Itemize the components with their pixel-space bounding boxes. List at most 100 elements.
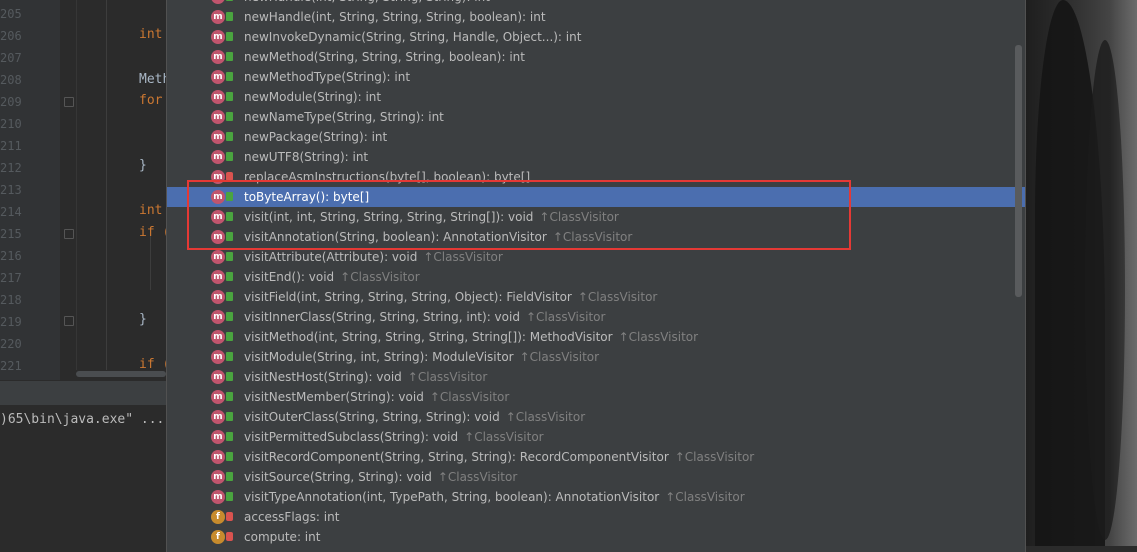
completion-item[interactable]: m visitRecordComponent(String, String, St…	[167, 447, 1025, 467]
completion-item[interactable]: m newUTF8(String): int	[167, 147, 1025, 167]
completion-item[interactable]: f compute: int	[167, 527, 1025, 547]
public-icon	[226, 432, 233, 441]
completion-item-label: newNameType(String, String): int	[244, 107, 444, 127]
public-icon	[226, 152, 233, 161]
public-icon	[226, 192, 233, 201]
completion-signature: toByteArray(): byte[]	[244, 190, 370, 204]
line-number: 212	[0, 161, 22, 175]
public-icon	[226, 472, 233, 481]
completion-item[interactable]: m visitNestHost(String): void ↑ClassVisito…	[167, 367, 1025, 387]
fold-marker[interactable]	[64, 316, 74, 326]
code-fragment-219: }	[139, 312, 147, 327]
method-icon: m	[211, 450, 225, 464]
completion-item[interactable]: m visit(int, int, String, String, String,…	[167, 207, 1025, 227]
completion-item[interactable]: m visitPermittedSubclass(String): void ↑Cl…	[167, 427, 1025, 447]
completion-item[interactable]: m visitTypeAnnotation(int, TypePath, Stri…	[167, 487, 1025, 507]
completion-signature: visitTypeAnnotation(int, TypePath, Strin…	[244, 490, 660, 504]
completion-item[interactable]: m newMethodType(String): int	[167, 67, 1025, 87]
private-lock-icon	[226, 172, 233, 181]
completion-item[interactable]: m newInvokeDynamic(String, String, Handle…	[167, 27, 1025, 47]
completion-signature: newHandle(int, String, String, String, b…	[244, 10, 546, 24]
method-icon: m	[211, 30, 225, 44]
method-icon: m	[211, 50, 225, 64]
completion-signature: visitModule(String, int, String): Module…	[244, 350, 514, 364]
line-number: 218	[0, 293, 22, 307]
completion-item-label: compute: int	[244, 527, 320, 547]
gutter-divider	[76, 0, 77, 370]
completion-item-label: visitModule(String, int, String): Module…	[244, 347, 599, 367]
completion-item[interactable]: m visitNestMember(String): void ↑ClassVisi…	[167, 387, 1025, 407]
line-number: 210	[0, 117, 22, 131]
private-lock-icon	[226, 532, 233, 541]
completion-signature: visitMethod(int, String, String, String,…	[244, 330, 613, 344]
completion-signature: newMethodType(String): int	[244, 70, 411, 84]
completion-owner-class: ↑ClassVisitor	[429, 390, 510, 404]
completion-owner-class: ↑ClassVisitor	[665, 490, 745, 504]
method-icon: m	[211, 190, 225, 204]
code-completion-popup[interactable]: m newHandle(int, String, String, String):…	[166, 0, 1026, 552]
line-number: 206	[0, 29, 22, 43]
public-icon	[226, 92, 233, 101]
completion-item-label: visitPermittedSubclass(String): void ↑Cla…	[244, 427, 544, 447]
method-icon: m	[211, 410, 225, 424]
fold-marker[interactable]	[64, 97, 74, 107]
completion-item-selected[interactable]: m toByteArray(): byte[]	[167, 187, 1025, 207]
completion-owner-class: ↑ClassVisitor	[407, 370, 488, 384]
completion-item-label: newHandle(int, String, String, String, b…	[244, 7, 546, 27]
completion-item[interactable]: m replaceAsmInstructions(byte[], boolean)…	[167, 167, 1025, 187]
private-lock-icon	[226, 512, 233, 521]
line-number: 217	[0, 271, 22, 285]
completion-signature: newInvokeDynamic(String, String, Handle,…	[244, 30, 582, 44]
public-icon	[226, 392, 233, 401]
completion-item[interactable]: m newModule(String): int	[167, 87, 1025, 107]
completion-signature: visitField(int, String, String, String, …	[244, 290, 572, 304]
completion-owner-class: ↑ClassVisitor	[539, 210, 619, 224]
completion-signature: visitOuterClass(String, String, String):…	[244, 410, 500, 424]
completion-item-label: newMethodType(String): int	[244, 67, 410, 87]
completion-item[interactable]: f accessFlags: int	[167, 507, 1025, 527]
completion-scrollbar[interactable]	[1015, 45, 1022, 297]
editor-horizontal-scrollbar[interactable]	[76, 371, 166, 377]
completion-item[interactable]: m visitInnerClass(String, String, String,…	[167, 307, 1025, 327]
completion-item[interactable]: m newPackage(String): int	[167, 127, 1025, 147]
public-icon	[226, 352, 233, 361]
fold-marker[interactable]	[64, 229, 74, 239]
method-icon: m	[211, 470, 225, 484]
line-number: 219	[0, 315, 22, 329]
completion-signature: newHandle(int, String, String, String): …	[244, 0, 490, 4]
completion-signature: newNameType(String, String): int	[244, 110, 444, 124]
public-icon	[226, 372, 233, 381]
completion-item[interactable]: m visitAttribute(Attribute): void ↑ClassVi…	[167, 247, 1025, 267]
completion-owner-class: ↑ClassVisitor	[618, 330, 699, 344]
completion-item-label: visitNestMember(String): void ↑ClassVisit…	[244, 387, 509, 407]
public-icon	[226, 212, 233, 221]
line-number: 216	[0, 249, 22, 263]
completion-item[interactable]: m visitMethod(int, String, String, String…	[167, 327, 1025, 347]
completion-owner-class: ↑ClassVisitor	[464, 430, 544, 444]
method-icon: m	[211, 310, 225, 324]
completion-signature: visitSource(String, String): void	[244, 470, 432, 484]
indent-guide	[106, 0, 107, 370]
method-icon: m	[211, 290, 225, 304]
completion-item[interactable]: m visitSource(String, String): void ↑Class…	[167, 467, 1025, 487]
completion-item[interactable]: m visitField(int, String, String, String,…	[167, 287, 1025, 307]
background-artwork	[1025, 0, 1137, 546]
completion-item[interactable]: m newMethod(String, String, String, boole…	[167, 47, 1025, 67]
completion-item[interactable]: m visitAnnotation(String, boolean): Annot…	[167, 227, 1025, 247]
completion-item[interactable]: m newNameType(String, String): int	[167, 107, 1025, 127]
method-icon: m	[211, 350, 225, 364]
method-icon: m	[211, 490, 225, 504]
completion-item[interactable]: m visitEnd(): void ↑ClassVisitor	[167, 267, 1025, 287]
completion-owner-class: ↑ClassVisitor	[525, 310, 606, 324]
completion-signature: visitNestHost(String): void	[244, 370, 402, 384]
public-icon	[226, 492, 233, 501]
completion-item-label: newUTF8(String): int	[244, 147, 368, 167]
completion-item[interactable]: m visitOuterClass(String, String, String)…	[167, 407, 1025, 427]
completion-item[interactable]: m newHandle(int, String, String, String, …	[167, 7, 1025, 27]
completion-item[interactable]: m newHandle(int, String, String, String):…	[167, 0, 1025, 7]
completion-signature: compute: int	[244, 530, 321, 544]
line-number: 207	[0, 51, 22, 65]
completion-item[interactable]: m visitModule(String, int, String): Modul…	[167, 347, 1025, 367]
completion-owner-class: ↑ClassVisitor	[519, 350, 600, 364]
completion-item-label: visitOuterClass(String, String, String):…	[244, 407, 585, 427]
